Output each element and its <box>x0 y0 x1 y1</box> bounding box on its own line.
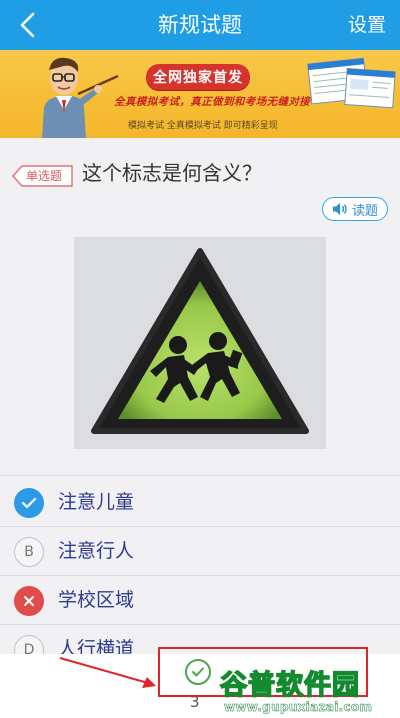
speaker-icon <box>332 203 347 215</box>
option-b-text: 注意行人 <box>58 540 135 562</box>
top-bar: 新规试题 设置 <box>0 0 400 50</box>
option-divider <box>0 475 400 476</box>
question-type-label: 单选题 <box>26 169 63 183</box>
option-a-text: 注意儿童 <box>58 491 135 513</box>
option-c[interactable]: 学校区域 <box>0 576 400 624</box>
watermark-logo: 谷普软件园 <box>219 669 360 702</box>
wrong-x-icon <box>14 586 44 616</box>
site-watermark: 谷普软件园 www.gupuxiazai.com <box>219 663 398 718</box>
app-screenshots-image <box>307 57 396 109</box>
read-question-label: 读题 <box>351 203 378 219</box>
correct-check-icon <box>14 488 44 518</box>
option-a[interactable]: 注意儿童 <box>0 478 400 526</box>
read-question-button[interactable]: 读题 <box>322 197 388 221</box>
option-b-letter: B <box>14 537 44 567</box>
question-text: 这个标志是何含义？ <box>82 161 262 185</box>
banner-headline: 全网独家首发 <box>146 64 250 90</box>
option-b[interactable]: B 注意行人 <box>0 527 400 575</box>
banner-caption: 模拟考试 全真模拟考试 即可精彩呈现 <box>128 121 278 131</box>
watermark-url: www.gupuxiazai.com <box>224 700 373 715</box>
children-crossing-sign-icon <box>91 248 309 434</box>
question-type-tag: 单选题 <box>12 165 74 187</box>
promo-banner[interactable]: 全网独家首发 全真模拟考试，真正做到和考场无缝对接 模拟考试 全真模拟考试 即可… <box>0 50 400 138</box>
traffic-sign-image <box>74 237 326 449</box>
page-title: 新规试题 <box>158 13 242 37</box>
teacher-illustration <box>42 57 119 138</box>
settings-button[interactable]: 设置 <box>348 0 386 50</box>
option-c-text: 学校区域 <box>58 589 135 611</box>
